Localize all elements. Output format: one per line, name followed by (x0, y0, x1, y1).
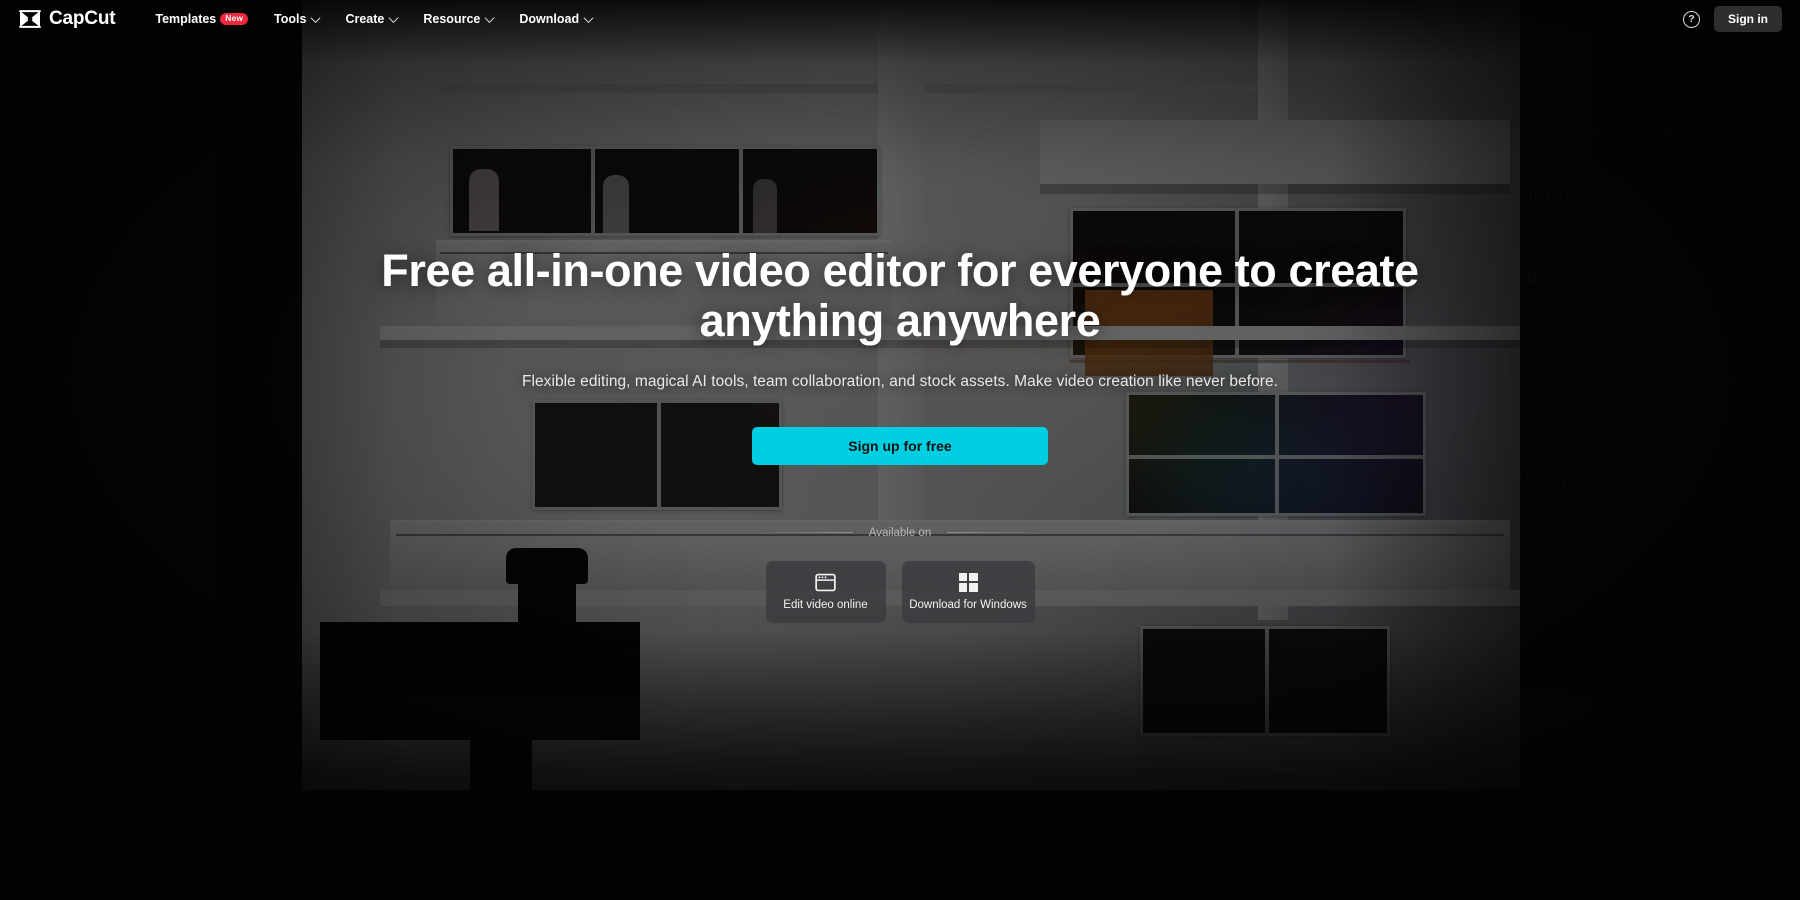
nav-badge-new: New (220, 13, 248, 26)
nav-item-create[interactable]: Create (332, 0, 410, 38)
hero-section: Free all-in-one video editor for everyon… (0, 0, 1800, 623)
available-on-divider: Available on (752, 527, 1048, 539)
nav-label-resource: Resource (423, 12, 480, 26)
browser-window-icon (815, 573, 836, 592)
available-on-label: Available on (869, 527, 931, 539)
hero-headline: Free all-in-one video editor for everyon… (320, 246, 1480, 347)
nav-item-download[interactable]: Download (506, 0, 605, 38)
sign-in-button[interactable]: Sign in (1714, 6, 1782, 32)
sign-up-for-free-button[interactable]: Sign up for free (752, 427, 1048, 465)
capcut-landing-page: Position and size Scale 100% Position 0 … (0, 0, 1800, 900)
nav-label-tools: Tools (274, 12, 306, 26)
header-actions: ? Sign in (1683, 6, 1782, 32)
nav-item-resource[interactable]: Resource (410, 0, 506, 38)
divider-line-left (752, 532, 853, 533)
nav-label-templates: Templates (155, 12, 216, 26)
divider-line-right (947, 532, 1048, 533)
edit-video-online-button[interactable]: Edit video online (766, 561, 886, 623)
nav-label-download: Download (519, 12, 579, 26)
capcut-logo-text: CapCut (49, 8, 115, 30)
crop-icon: □ (246, 867, 257, 888)
capcut-logo[interactable]: CapCut (18, 8, 115, 30)
download-for-windows-button[interactable]: Download for Windows (902, 561, 1035, 623)
windows-logo-icon (959, 573, 978, 592)
nav-label-create: Create (345, 12, 384, 26)
timeline-clip (150, 840, 510, 866)
split-icon: ▮ (160, 867, 170, 888)
download-for-windows-label: Download for Windows (909, 599, 1027, 611)
nav-item-tools[interactable]: Tools (261, 0, 332, 38)
edit-video-online-label: Edit video online (783, 599, 867, 611)
delete-icon: ⛊ (398, 867, 412, 888)
chevron-down-icon (311, 13, 321, 23)
nav-item-templates[interactable]: Templates New (155, 0, 261, 38)
chevron-down-icon (389, 13, 399, 23)
timeline-clip (520, 840, 730, 866)
chevron-down-icon (485, 13, 495, 23)
mirror-icon: ▵ (320, 867, 329, 888)
timeline-ruler (120, 816, 1760, 826)
hero-subheadline: Flexible editing, magical AI tools, team… (522, 373, 1278, 391)
question-mark-circle-icon[interactable]: ? (1683, 11, 1700, 28)
main-nav: Templates New Tools Create Resource Down… (155, 0, 605, 38)
site-header: CapCut Templates New Tools Create Resour… (0, 0, 1800, 38)
capcut-logo-icon (18, 9, 42, 29)
chevron-down-icon (584, 13, 594, 23)
platform-buttons: Edit video online Download for Windows (766, 561, 1035, 623)
editor-timeline: ▮ □ ▵ ⛊ (0, 780, 1800, 900)
